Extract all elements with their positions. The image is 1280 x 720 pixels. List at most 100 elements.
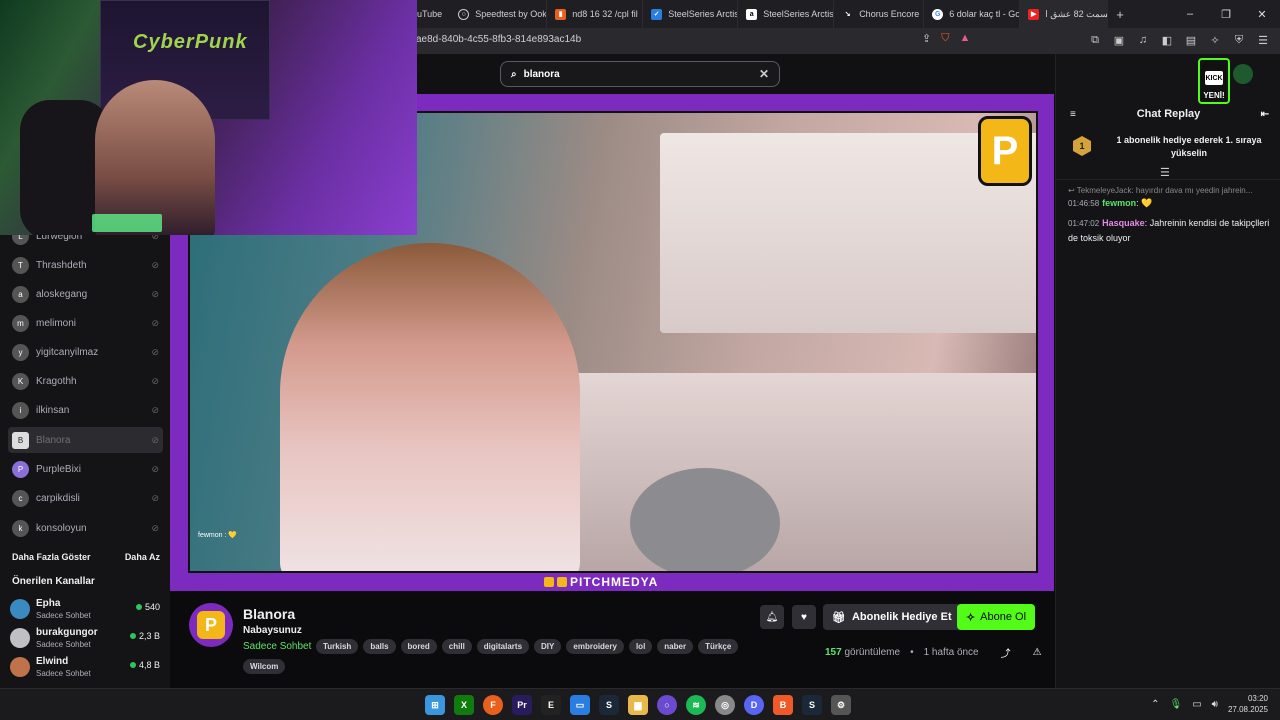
tab-nd8[interactable]: ▮ nd8 16 32 /cpl fil <box>547 0 644 28</box>
steam-icon-2[interactable]: S <box>802 695 822 715</box>
tag[interactable]: Turkish <box>316 639 359 654</box>
popout-icon[interactable]: ⇤ <box>1261 109 1269 120</box>
media-icon[interactable]: ♫ <box>1136 32 1150 48</box>
youtube-icon <box>544 577 554 587</box>
tag[interactable]: Türkçe <box>698 639 739 654</box>
sidebar-item-melimoni[interactable]: m melimoni ⊘ <box>8 310 163 336</box>
sidebar-item-blanora[interactable]: B Blanora ⊘ <box>8 427 163 453</box>
share-icon[interactable]: ⇪ <box>922 32 931 45</box>
tag[interactable]: bored <box>400 639 437 654</box>
filter-icon[interactable]: ☰ <box>1160 166 1170 179</box>
tag[interactable]: embroidery <box>566 639 624 654</box>
minimize-button[interactable]: – <box>1172 0 1208 28</box>
offline-icon: ⊘ <box>151 522 159 533</box>
subscribe-button[interactable]: ✧ Abone Ol <box>957 604 1035 630</box>
sidebar-item-aloskegang[interactable]: a aloskegang ⊘ <box>8 281 163 307</box>
tab-google[interactable]: G6 dolar kaç tl - Go <box>924 0 1021 28</box>
remote-desktop-icon[interactable]: ▭ <box>570 695 590 715</box>
url-text[interactable]: ae8d-840b-4c55-8fb3-814e893ac14b <box>416 34 581 45</box>
vpn-icon[interactable]: ⛨ <box>1232 32 1246 48</box>
search-input[interactable]: ⌕ blanora ✕ <box>500 61 780 87</box>
leo-ai-icon[interactable]: ✧ <box>1208 32 1222 48</box>
channel-avatar[interactable]: P <box>189 603 233 647</box>
sidebar-toggle-icon[interactable]: ◧ <box>1160 32 1174 48</box>
file-explorer-icon[interactable]: ▆ <box>628 695 648 715</box>
live-dot-icon <box>129 662 136 668</box>
tab-chorus-encore[interactable]: ↘ Chorus Encore <box>834 0 925 28</box>
share-icon[interactable]: ⤴ <box>1001 645 1011 660</box>
amazon-icon: a <box>746 8 758 20</box>
gift-subscription-button[interactable]: 🎁︎ Abonelik Hediye Et <box>823 604 961 630</box>
brave-shield-icon[interactable]: ⛉ <box>941 32 949 45</box>
sidebar-item-thrashdeth[interactable]: T Thrashdeth ⊘ <box>8 252 163 278</box>
sidebar-item-carpikdisli[interactable]: c carpikdisli ⊘ <box>8 485 163 511</box>
show-more-button[interactable]: Daha Fazla Göster <box>12 552 91 562</box>
steam-icon[interactable]: S <box>599 695 619 715</box>
screenshot-icon[interactable]: ▣ <box>1112 32 1126 48</box>
chevron-up-icon[interactable]: ⌃ <box>1151 699 1159 710</box>
tab-steelseries-1[interactable]: ✓ SteelSeries Arctis <box>643 0 739 28</box>
close-button[interactable]: ✕ <box>1244 0 1280 28</box>
tab-steelseries-2[interactable]: a SteelSeries Arctis <box>738 0 835 28</box>
kick-new-button[interactable]: KICK YENİ! <box>1198 58 1230 104</box>
keyboard <box>92 214 162 232</box>
microphone-icon[interactable]: 🎙︎ <box>1169 699 1182 710</box>
wallet-icon[interactable]: ▤ <box>1184 32 1198 48</box>
tag[interactable]: DIY <box>534 639 562 654</box>
clear-search-icon[interactable]: ✕ <box>759 67 769 81</box>
avatar: a <box>12 285 29 303</box>
avatar: m <box>12 314 29 332</box>
restore-button[interactable]: ❐ <box>1208 0 1244 28</box>
tag[interactable]: digitalarts <box>476 639 530 654</box>
volume-icon[interactable]: 🔊︎ <box>1212 699 1218 710</box>
tag[interactable]: chill <box>441 639 472 654</box>
avatar: K <box>12 372 29 390</box>
report-icon[interactable]: ⚠ <box>1033 647 1042 658</box>
tab-speedtest[interactable]: ○ Speedtest by Ookl <box>450 0 548 28</box>
search-app-icon[interactable]: ○ <box>657 695 677 715</box>
user-avatar[interactable] <box>1233 64 1253 84</box>
menu-icon[interactable]: ☰ <box>1256 32 1270 48</box>
premiere-icon[interactable]: Pr <box>512 695 532 715</box>
discord-icon[interactable]: D <box>744 695 764 715</box>
tag[interactable]: balls <box>363 639 396 654</box>
settings-icon[interactable]: ⚙ <box>831 695 851 715</box>
collapse-chat-icon[interactable]: ≡ <box>1070 109 1076 120</box>
chrome-icon[interactable]: ◎ <box>715 695 735 715</box>
sidebar-more-row: Daha Fazla Göster Daha Az <box>12 552 160 562</box>
sidebar-item-purplebixi[interactable]: P PurpleBixi ⊘ <box>8 456 163 482</box>
tag[interactable]: lol <box>628 639 653 654</box>
tab-active-video[interactable]: ▶قسمت 82 عشق ا <box>1020 0 1109 28</box>
subscription-banner-text: 1 abonelik hediye ederek 1. sıraya yükse… <box>1116 135 1262 158</box>
sidebar-item-yigitcanyilmaz[interactable]: y yigitcanyilmaz ⊘ <box>8 339 163 365</box>
follow-heart-button[interactable]: ♥ <box>792 605 816 629</box>
chat-panel: ≡ Chat Replay ⇤ 1 1 abonelik hediye eder… <box>1055 54 1280 688</box>
network-icon[interactable]: ▭ <box>1192 699 1201 710</box>
sidebar-item-ilkinsan[interactable]: i ilkinsan ⊘ <box>8 397 163 423</box>
show-less-button[interactable]: Daha Az <box>125 552 160 562</box>
tag[interactable]: Wilcom <box>243 659 286 674</box>
offline-icon: ⊘ <box>151 317 159 328</box>
rewards-icon[interactable]: ▲ <box>959 32 970 45</box>
offline-icon: ⊘ <box>151 288 159 299</box>
windows-start-icon[interactable]: ⊞ <box>425 695 445 715</box>
page-icon: ▮ <box>555 8 567 20</box>
extensions-icon[interactable]: ⧉ <box>1088 32 1102 48</box>
new-tab-button[interactable]: + <box>1108 0 1132 28</box>
recommended-item-epha[interactable]: Epha Sadece Sohbet 540 <box>10 596 162 624</box>
channel-name[interactable]: Blanora <box>243 606 295 622</box>
recommended-item-burakgungor[interactable]: burakgungor Sadece Sohbet 2,3 B <box>10 625 162 653</box>
chat-header: ≡ Chat Replay ⇤ <box>1070 108 1269 120</box>
recommended-item-elwind[interactable]: Elwind Sadece Sohbet 4,8 B <box>10 654 162 682</box>
firefox-icon[interactable]: F <box>483 695 503 715</box>
tag[interactable]: naber <box>657 639 694 654</box>
stream-category[interactable]: Sadece Sohbet <box>243 641 311 652</box>
sidebar-item-kragothh[interactable]: K Kragothh ⊘ <box>8 368 163 394</box>
sidebar-item-konsoloyun[interactable]: k konsoloyun ⊘ <box>8 515 163 541</box>
notification-bell-button[interactable]: 🔔︎ <box>760 605 784 629</box>
spotify-icon[interactable]: ≋ <box>686 695 706 715</box>
brave-icon[interactable]: B <box>773 695 793 715</box>
clock[interactable]: 03:20 27.08.2025 <box>1228 693 1268 715</box>
xbox-icon[interactable]: X <box>454 695 474 715</box>
epic-games-icon[interactable]: E <box>541 695 561 715</box>
